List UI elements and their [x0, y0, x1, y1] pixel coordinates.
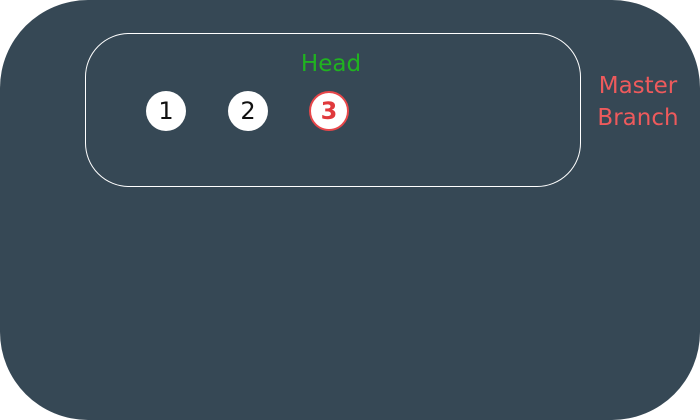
branch-label-line-2: Branch [597, 105, 679, 131]
commit-node-2: 2 [228, 91, 268, 131]
branch-label-line-1: Master [598, 73, 678, 99]
head-label: Head [300, 51, 362, 77]
commit-node-3-head: 3 [309, 91, 349, 131]
branch-label: Master Branch [590, 70, 686, 134]
commit-node-1: 1 [146, 91, 186, 131]
diagram-canvas: Head 1 2 3 Master Branch [0, 0, 700, 420]
